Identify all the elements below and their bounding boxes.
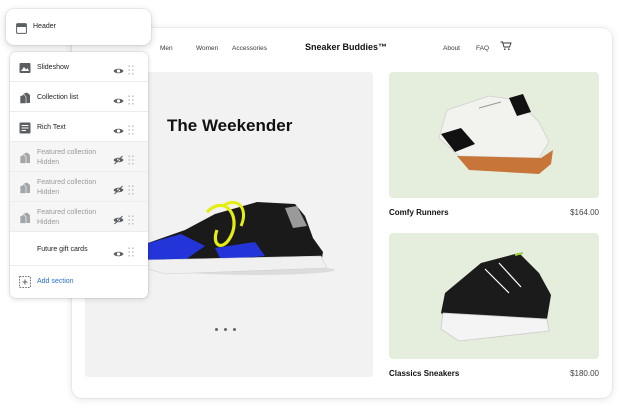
drag-handle-icon[interactable]: [128, 212, 134, 230]
nav-link-accessories[interactable]: Accessories: [232, 45, 267, 52]
collection-icon: [19, 211, 31, 229]
collection-icon: [19, 91, 31, 109]
product-name[interactable]: Comfy Runners: [389, 208, 449, 217]
eye-icon[interactable]: [113, 245, 124, 263]
section-status: Hidden: [37, 219, 60, 226]
product-price: $180.00: [570, 369, 599, 378]
sections-panel: Slideshow Collection list Rich Text Feat…: [10, 52, 148, 298]
sneaker-image: [145, 200, 335, 275]
sneaker-image: [440, 252, 551, 342]
product-image[interactable]: [389, 233, 599, 359]
section-status: Hidden: [37, 159, 60, 166]
section-item-featured-collection[interactable]: Featured collection Hidden: [10, 142, 148, 172]
section-item-featured-collection[interactable]: Featured collection Hidden: [10, 202, 148, 232]
drag-handle-icon[interactable]: [128, 62, 134, 80]
sneaker-image: [438, 94, 553, 174]
drag-handle-icon[interactable]: [128, 92, 134, 110]
product-card[interactable]: Comfy Runners $164.00: [389, 72, 599, 217]
section-name: Featured collection: [37, 209, 97, 216]
section-label: Featured collection Hidden: [37, 148, 96, 168]
section-item-collection-list[interactable]: Collection list: [10, 82, 148, 112]
product-name[interactable]: Classics Sneakers: [389, 369, 459, 378]
section-item-future-gift-cards[interactable]: Future gift cards: [10, 232, 148, 266]
slide-dot[interactable]: [224, 328, 227, 331]
header-section-item[interactable]: Header: [6, 9, 151, 45]
hero-title: The Weekender: [167, 116, 293, 135]
section-item-featured-collection[interactable]: Featured collection Hidden: [10, 172, 148, 202]
store-brand[interactable]: Sneaker Buddies™: [305, 42, 387, 52]
collection-icon: [19, 181, 31, 199]
nav-link-men[interactable]: Men: [160, 45, 173, 52]
section-label: Featured collection Hidden: [37, 208, 96, 228]
slideshow-icon: [19, 61, 31, 79]
product-price: $164.00: [570, 208, 599, 217]
slide-dot[interactable]: [215, 328, 218, 331]
section-item-rich-text[interactable]: Rich Text: [10, 112, 148, 142]
store-nav: Men Women Accessories Sneaker Buddies™ A…: [72, 28, 612, 70]
drag-handle-icon[interactable]: [128, 182, 134, 200]
add-section-icon: [19, 275, 31, 293]
section-label: Rich Text: [37, 124, 66, 131]
drag-handle-icon[interactable]: [128, 122, 134, 140]
storefront-preview: Men Women Accessories Sneaker Buddies™ A…: [72, 28, 612, 398]
section-name: Featured collection: [37, 149, 97, 156]
section-item-slideshow[interactable]: Slideshow: [10, 52, 148, 82]
product-card[interactable]: Classics Sneakers $180.00: [389, 233, 599, 378]
slideshow-dots[interactable]: [215, 328, 236, 331]
product-image[interactable]: [389, 72, 599, 198]
nav-link-about[interactable]: About: [443, 45, 460, 52]
eye-off-icon[interactable]: [113, 182, 124, 200]
nav-link-faq[interactable]: FAQ: [476, 45, 489, 52]
section-label: Featured collection Hidden: [37, 178, 96, 198]
header-section-label: Header: [33, 23, 56, 30]
add-section-label: Add section: [37, 278, 74, 285]
eye-off-icon[interactable]: [113, 152, 124, 170]
eye-icon[interactable]: [113, 122, 124, 140]
section-status: Hidden: [37, 189, 60, 196]
drag-handle-icon[interactable]: [128, 244, 134, 262]
collection-icon: [19, 151, 31, 169]
section-label: Collection list: [37, 94, 79, 101]
section-name: Featured collection: [37, 179, 97, 186]
eye-off-icon[interactable]: [113, 212, 124, 230]
drag-handle-icon[interactable]: [128, 152, 134, 170]
slide-dot[interactable]: [233, 328, 236, 331]
text-block-icon: [19, 121, 31, 139]
nav-link-women[interactable]: Women: [196, 45, 218, 52]
header-layout-icon: [16, 21, 27, 39]
section-label: Future gift cards: [37, 246, 88, 253]
eye-icon[interactable]: [113, 62, 124, 80]
eye-icon[interactable]: [113, 92, 124, 110]
add-section-button[interactable]: Add section: [10, 266, 148, 296]
cart-icon[interactable]: [500, 41, 512, 53]
section-label: Slideshow: [37, 64, 69, 71]
